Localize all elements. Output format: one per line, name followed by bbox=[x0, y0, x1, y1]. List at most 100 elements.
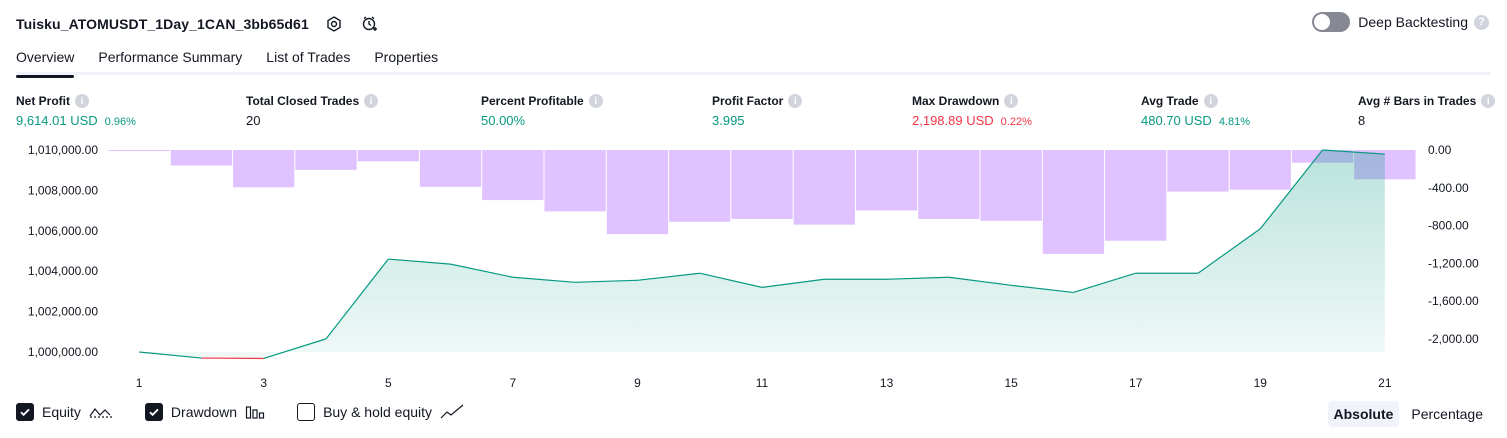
y-right-tick-label: -2,000.00 bbox=[1428, 332, 1479, 346]
info-icon[interactable]: i bbox=[1004, 94, 1019, 108]
x-tick-label: 7 bbox=[510, 376, 517, 390]
legend-equity[interactable]: Equity bbox=[16, 403, 113, 421]
info-icon[interactable]: i bbox=[1481, 94, 1496, 108]
info-icon[interactable]: i bbox=[75, 94, 89, 108]
x-tick-label: 3 bbox=[260, 376, 267, 390]
drawdown-bar bbox=[233, 150, 295, 188]
metric-profit-factor: Profit Factor i 3.995 bbox=[712, 93, 803, 128]
settings-icon[interactable] bbox=[323, 13, 345, 35]
drawdown-bar bbox=[357, 150, 419, 162]
drawdown-bar bbox=[482, 150, 544, 201]
y-right-tick-label: -400.00 bbox=[1428, 181, 1469, 195]
y-right-tick-label: -800.00 bbox=[1428, 219, 1469, 233]
metric-label: Profit Factor bbox=[712, 94, 784, 108]
metric-label: Avg # Bars in Trades bbox=[1358, 94, 1477, 108]
drawdown-bar bbox=[108, 150, 170, 151]
drawdown-bar bbox=[1105, 150, 1167, 241]
drawdown-bar bbox=[980, 150, 1042, 221]
drawdown-bar bbox=[793, 150, 855, 225]
equity-drawdown-chart[interactable]: 1,010,000.00 1,008,000.00 1,006,000.00 1,00… bbox=[0, 136, 1507, 396]
metric-net-profit: Net Profit i 9,614.01 USD 0.96% bbox=[16, 93, 136, 128]
drawdown-bar bbox=[1042, 150, 1105, 254]
deep-backtesting: Deep Backtesting ? bbox=[1312, 12, 1489, 32]
x-tick-label: 11 bbox=[756, 376, 769, 390]
info-icon[interactable]: i bbox=[1203, 94, 1218, 108]
metric-label: Avg Trade bbox=[1141, 94, 1199, 108]
drawdown-label: Drawdown bbox=[170, 404, 238, 420]
x-tick-label: 9 bbox=[634, 376, 641, 390]
tab-overview[interactable]: Overview bbox=[16, 44, 75, 78]
toggle-knob bbox=[1314, 14, 1331, 30]
metric-max-drawdown: Max Drawdown i 2,198.89 USD 0.22% bbox=[912, 93, 1032, 128]
y-left-tick-label: 1,006,000.00 bbox=[28, 224, 98, 238]
y-right-tick-label: -1,200.00 bbox=[1428, 256, 1479, 270]
metric-total-closed-trades: Total Closed Trades i 20 bbox=[246, 93, 379, 128]
y-left-tick-label: 1,002,000.00 bbox=[28, 305, 98, 319]
info-icon[interactable]: i bbox=[588, 94, 603, 108]
buy-hold-label: Buy & hold equity bbox=[323, 404, 433, 420]
y-right-tick-label: 0.00 bbox=[1428, 143, 1452, 157]
metric-label: Max Drawdown bbox=[912, 94, 1000, 108]
metric-value: 20 bbox=[246, 113, 261, 128]
drawdown-bar bbox=[544, 150, 606, 212]
metric-value: 2,198.89 USD bbox=[912, 113, 994, 128]
y-right-tick-label: -1,600.00 bbox=[1428, 294, 1479, 308]
info-icon[interactable]: i bbox=[364, 94, 379, 108]
metric-value: 3.995 bbox=[712, 113, 745, 128]
drawdown-bar bbox=[855, 150, 918, 211]
drawdown-checkbox[interactable] bbox=[144, 403, 163, 421]
metric-label: Percent Profitable bbox=[481, 94, 584, 108]
tab-properties[interactable]: Properties bbox=[374, 44, 438, 75]
y-left-tick-label: 1,004,000.00 bbox=[28, 264, 98, 278]
buy-hold-line-icon bbox=[440, 404, 464, 420]
absolute-button[interactable]: Absolute bbox=[1327, 401, 1400, 427]
drawdown-bar bbox=[918, 150, 980, 219]
metrics-row: Net Profit i 9,614.01 USD 0.96% Total Clos… bbox=[0, 93, 1507, 133]
y-left-tick-label: 1,008,000.00 bbox=[28, 183, 98, 197]
display-mode: Absolute Percentage bbox=[1322, 401, 1490, 427]
metric-percent: 0.96% bbox=[104, 116, 136, 128]
x-tick-label: 19 bbox=[1254, 376, 1268, 390]
metric-avg-trade: Avg Trade i 480.70 USD 4.81% bbox=[1141, 93, 1250, 128]
drawdown-bar bbox=[1167, 150, 1229, 192]
drawdown-bar bbox=[1229, 150, 1291, 190]
metric-percent: 0.22% bbox=[1000, 116, 1032, 128]
metric-label: Total Closed Trades bbox=[246, 94, 360, 108]
metric-avg-bars-in-trades: Avg # Bars in Trades i 8 bbox=[1358, 93, 1496, 128]
x-tick-label: 17 bbox=[1129, 376, 1143, 390]
metric-value: 480.70 USD bbox=[1141, 113, 1212, 128]
strategy-title: Tuisku_ATOMUSDT_1Day_1CAN_3bb65d61 bbox=[16, 16, 309, 32]
equity-checkbox[interactable] bbox=[16, 403, 34, 421]
equity-label: Equity bbox=[42, 404, 81, 420]
buy-hold-checkbox[interactable] bbox=[297, 403, 316, 421]
drawdown-bar bbox=[170, 150, 233, 166]
drawdown-bar bbox=[731, 150, 793, 219]
info-icon[interactable]: i bbox=[788, 94, 803, 108]
x-tick-label: 13 bbox=[880, 376, 894, 390]
x-tick-label: 5 bbox=[385, 376, 392, 390]
drawdown-bar bbox=[606, 150, 669, 235]
x-tick-label: 1 bbox=[136, 376, 143, 390]
info-icon[interactable]: ? bbox=[1474, 14, 1489, 30]
percentage-button[interactable]: Percentage bbox=[1405, 401, 1489, 427]
drawdown-bars-icon bbox=[245, 404, 265, 420]
legend-buy-hold[interactable]: Buy & hold equity bbox=[297, 403, 464, 421]
chart-legend: Equity Drawdown Buy & hold equity bbox=[16, 403, 496, 421]
equity-line-icon bbox=[89, 404, 113, 420]
metric-value: 8 bbox=[1358, 113, 1366, 128]
metric-percent-profitable: Percent Profitable i 50.00% bbox=[481, 93, 603, 128]
x-tick-label: 15 bbox=[1004, 376, 1018, 390]
tab-performance-summary[interactable]: Performance Summary bbox=[98, 44, 242, 75]
deep-backtesting-label: Deep Backtesting bbox=[1358, 14, 1468, 30]
drawdown-bar bbox=[419, 150, 482, 187]
tab-bar: Overview Performance Summary List of Tra… bbox=[16, 44, 1491, 78]
tab-list-of-trades[interactable]: List of Trades bbox=[266, 44, 350, 75]
add-alert-icon[interactable] bbox=[359, 13, 381, 35]
y-left-tick-label: 1,000,000.00 bbox=[28, 345, 98, 359]
metric-label: Net Profit bbox=[16, 94, 70, 108]
deep-backtesting-toggle[interactable] bbox=[1312, 12, 1351, 32]
drawdown-bar bbox=[669, 150, 731, 222]
legend-drawdown[interactable]: Drawdown bbox=[144, 403, 265, 421]
metric-percent: 4.81% bbox=[1218, 116, 1251, 128]
y-left-tick-label: 1,010,000.00 bbox=[28, 143, 98, 157]
